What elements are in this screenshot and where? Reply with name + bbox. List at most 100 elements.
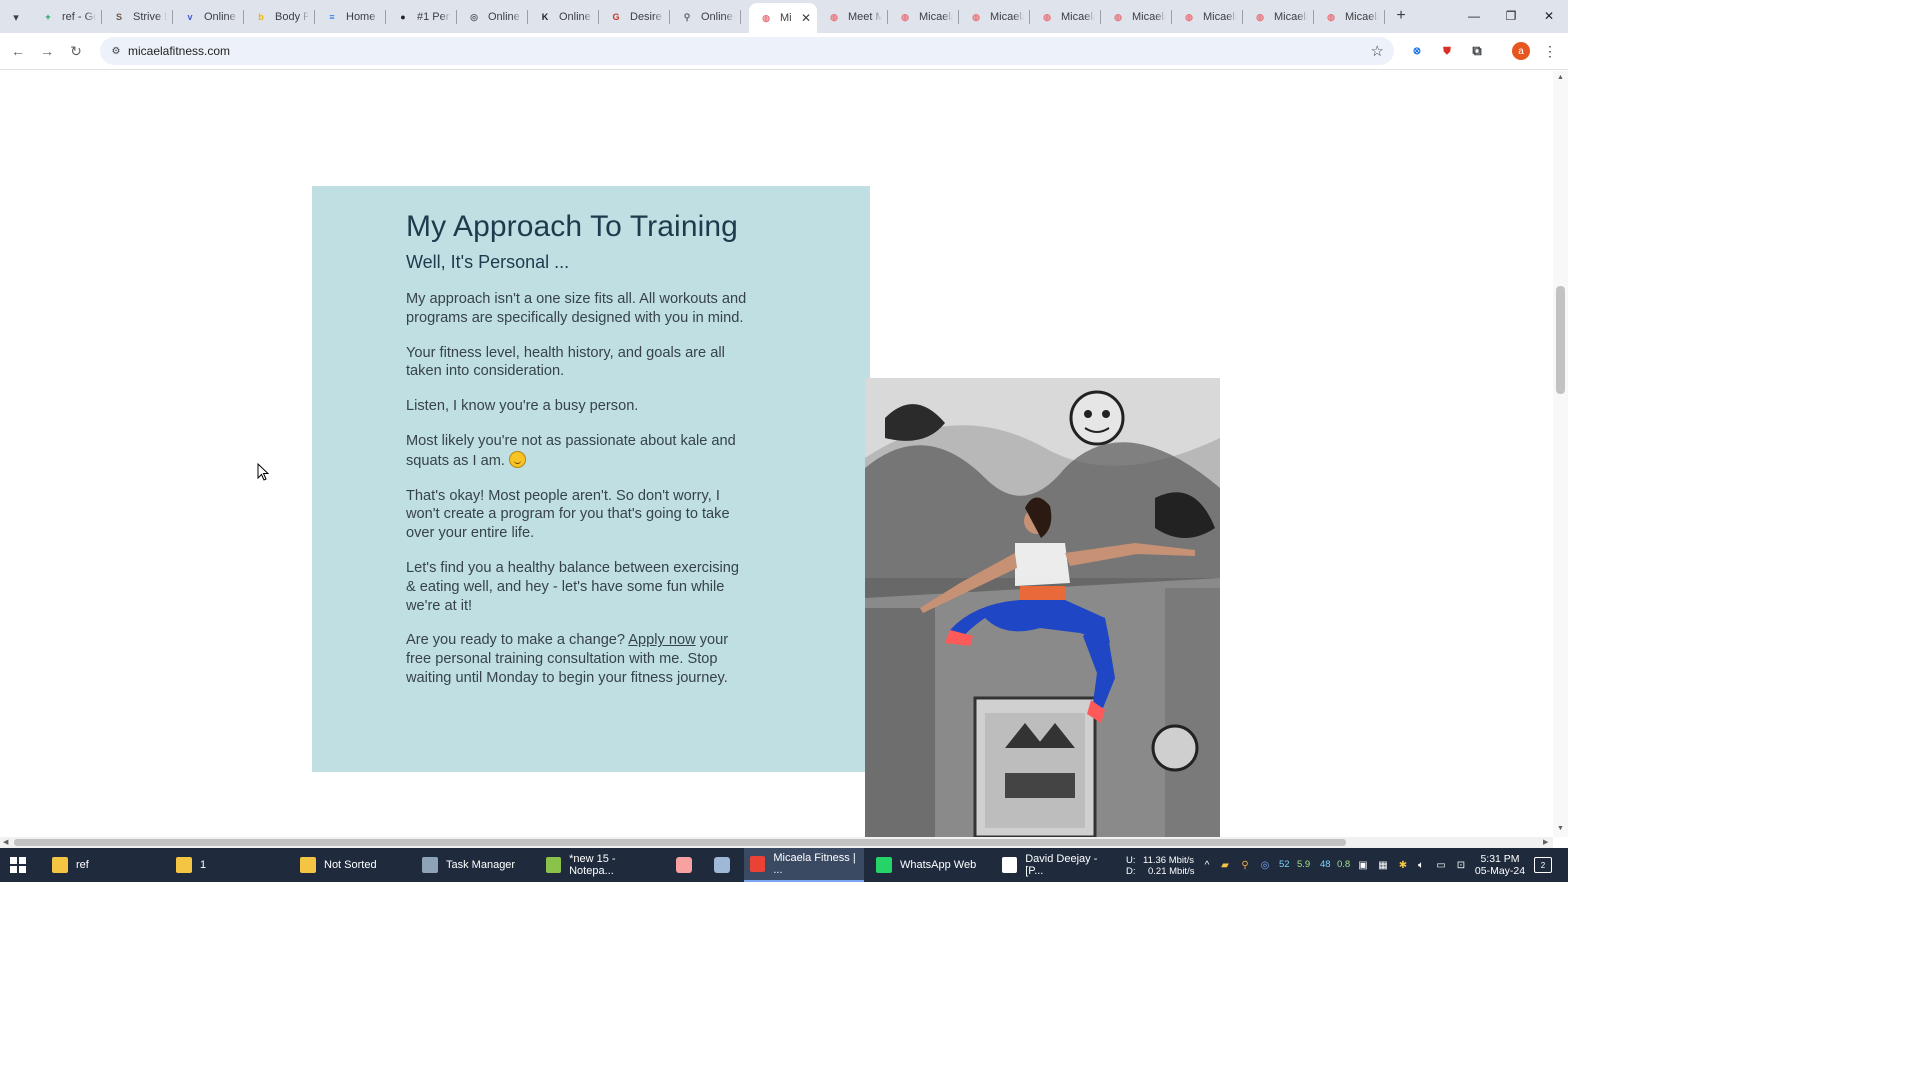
network-upload-speed: 11.36 Mbit/s [1143, 855, 1195, 866]
extensions-puzzle-icon[interactable]: ⧉ [1469, 43, 1485, 59]
browser-tab[interactable]: ◍ Mi ✕ [749, 3, 817, 33]
extension-globe-icon[interactable]: ⊗ [1409, 43, 1425, 59]
scroll-left-arrow-icon[interactable]: ◀ [3, 838, 8, 846]
taskbar-piggy-icon[interactable] [676, 857, 692, 873]
browser-tab[interactable]: ◍ Micaela [888, 4, 959, 30]
tab-favicon-icon: ⚲ [683, 11, 691, 22]
browser-tab[interactable]: ◍ Micaela [1101, 4, 1172, 30]
browser-menu-icon[interactable]: ⋮ [1543, 41, 1557, 61]
scroll-right-arrow-icon[interactable]: ▶ [1543, 838, 1548, 846]
url-text[interactable]: micaelafitness.com [128, 44, 230, 58]
browser-tab[interactable]: S Strive Li [102, 4, 173, 30]
profile-avatar[interactable]: a [1512, 42, 1530, 60]
taskbar-app-label: Micaela Fitness | ... [773, 852, 856, 876]
back-arrow-icon[interactable]: ← [8, 41, 28, 61]
browser-tab[interactable]: G Desire [599, 4, 670, 30]
tab-title: Micaela [919, 11, 953, 23]
approach-text-block: My Approach To Training Well, It's Perso… [406, 209, 751, 688]
horizontal-scroll-thumb[interactable] [14, 839, 1346, 846]
folder-icon [52, 857, 68, 873]
tab-favicon-icon: K [541, 12, 549, 22]
windows-start-icon[interactable] [10, 857, 26, 873]
paragraph-two: Your fitness level, health history, and … [406, 344, 725, 380]
tray-globe-icon[interactable]: ◎ [1258, 858, 1272, 872]
taskbar-app-button[interactable]: Micaela Fitness | ... [744, 848, 864, 882]
browser-tab[interactable]: + ref - Go [31, 4, 102, 30]
system-clock[interactable]: 5:31 PM 05-May-24 [1470, 853, 1530, 877]
browser-tab[interactable]: ≡ Home [315, 4, 386, 30]
browser-tab[interactable]: b Body Pc [244, 4, 315, 30]
browser-tab[interactable]: ◍ Micaela [1243, 4, 1314, 30]
browser-tab[interactable]: ◍ Meet M [817, 4, 888, 30]
taskbar-document-icon[interactable] [714, 857, 730, 873]
tab-search-chevron-icon[interactable]: ▾ [6, 7, 26, 27]
network-icon[interactable]: ⊡ [1454, 858, 1468, 872]
vertical-scroll-thumb[interactable] [1556, 286, 1565, 394]
taskbar-app-label: 1 [200, 859, 207, 871]
taskbar-app-button[interactable]: ref [46, 848, 164, 882]
taskbar-app-button[interactable]: *new 15 - Notepa... [540, 848, 658, 882]
browser-tab[interactable]: K Online [528, 4, 599, 30]
reload-icon[interactable]: ↻ [66, 41, 86, 61]
tab-title: Micaela [1345, 11, 1379, 23]
apply-now-link[interactable]: Apply now [628, 632, 695, 648]
scroll-down-arrow-icon[interactable]: ▼ [1557, 825, 1564, 832]
vertical-scrollbar[interactable]: ▲ ▼ [1553, 71, 1568, 837]
browser-tab[interactable]: ◍ Micaela [1314, 4, 1385, 30]
browser-tab[interactable]: ◎ Online [457, 4, 528, 30]
tray-monitor-icon[interactable]: ▣ [1356, 858, 1370, 872]
paragraph-four-text: Most likely you're not as passionate abo… [406, 432, 736, 469]
battery-icon[interactable]: ▭ [1434, 858, 1448, 872]
folder-icon [176, 857, 192, 873]
tab-title: Online [559, 11, 591, 23]
taskbar-app-button[interactable]: David Deejay - [P... [996, 848, 1114, 882]
volume-icon[interactable]: 🔈︎ [1414, 858, 1428, 872]
tray-keyboard-icon[interactable]: ▦ [1376, 858, 1390, 872]
tab-favicon-icon: ◍ [1114, 11, 1122, 22]
browser-tab[interactable]: ◍ Micaela [959, 4, 1030, 30]
taskbar-app-button[interactable]: 1 [170, 848, 288, 882]
bookmark-star-icon[interactable]: ☆ [1371, 42, 1384, 60]
tray-search-icon[interactable]: ⚲ [1238, 858, 1252, 872]
tab-title: Home [346, 11, 376, 23]
cta-lead-text: Are you ready to make a change? [406, 632, 626, 649]
tab-title: #1 Pers [417, 11, 451, 23]
taskbar-app-button[interactable]: Not Sorted [294, 848, 412, 882]
tab-strip: ▾ + ref - Go S Strive Li v Online b Body Pc ≡ Hom… [0, 0, 1568, 33]
tab-favicon-icon: ◍ [901, 11, 909, 22]
browser-tab[interactable]: ◍ Micaela [1172, 4, 1243, 30]
restore-icon[interactable]: ❐ [1501, 6, 1521, 26]
new-tab-button[interactable]: + [1392, 7, 1410, 25]
notification-center-icon[interactable]: 2 [1534, 857, 1552, 873]
taskbar-app-label: Task Manager [446, 859, 516, 871]
taskbar-app-button[interactable]: Task Manager [416, 848, 534, 882]
close-window-icon[interactable]: ✕ [1539, 6, 1559, 26]
taskbar-app-label: David Deejay - [P... [1025, 853, 1098, 877]
tray-chevron-up-icon[interactable]: ^ [1200, 858, 1214, 872]
scroll-up-arrow-icon[interactable]: ▲ [1557, 74, 1564, 81]
minimize-icon[interactable]: — [1464, 6, 1484, 26]
approach-panel: My Approach To Training Well, It's Perso… [312, 186, 870, 772]
horizontal-scrollbar[interactable]: ◀ ▶ [0, 837, 1553, 848]
taskbar-app-button[interactable]: WhatsApp Web [870, 848, 990, 882]
tab-favicon-icon: ● [400, 12, 406, 22]
forward-arrow-icon[interactable]: → [37, 41, 57, 61]
browser-tab[interactable]: ◍ Micaela [1030, 4, 1101, 30]
browser-tab[interactable]: v Online [173, 4, 244, 30]
tab-separator [740, 10, 741, 24]
shield-extension-icon[interactable]: ⛊ [1439, 43, 1455, 59]
paragraph-one: My approach isn't a one size fits all. A… [406, 291, 747, 326]
paragraph-five: That's okay! Most people aren't. So don'… [406, 487, 730, 542]
site-settings-icon[interactable]: ⚙ [108, 43, 124, 59]
address-bar[interactable]: ⚙ micaelafitness.com ☆ [100, 37, 1394, 65]
page-viewport: My Approach To Training Well, It's Perso… [0, 71, 1553, 837]
browser-tab[interactable]: ⚲ Online [670, 4, 741, 30]
paragraph-three: Listen, I know you're a busy person. [406, 398, 639, 415]
clock-time: 5:31 PM [1480, 853, 1520, 865]
tray-folder-icon[interactable]: ▰ [1218, 858, 1232, 872]
tab-close-icon[interactable]: ✕ [801, 11, 811, 25]
mouse-cursor-icon [257, 463, 269, 481]
tray-app-icon[interactable]: ✱ [1396, 858, 1410, 872]
browser-tab[interactable]: ● #1 Pers [386, 4, 457, 30]
tab-favicon-icon: ◍ [1185, 11, 1193, 22]
